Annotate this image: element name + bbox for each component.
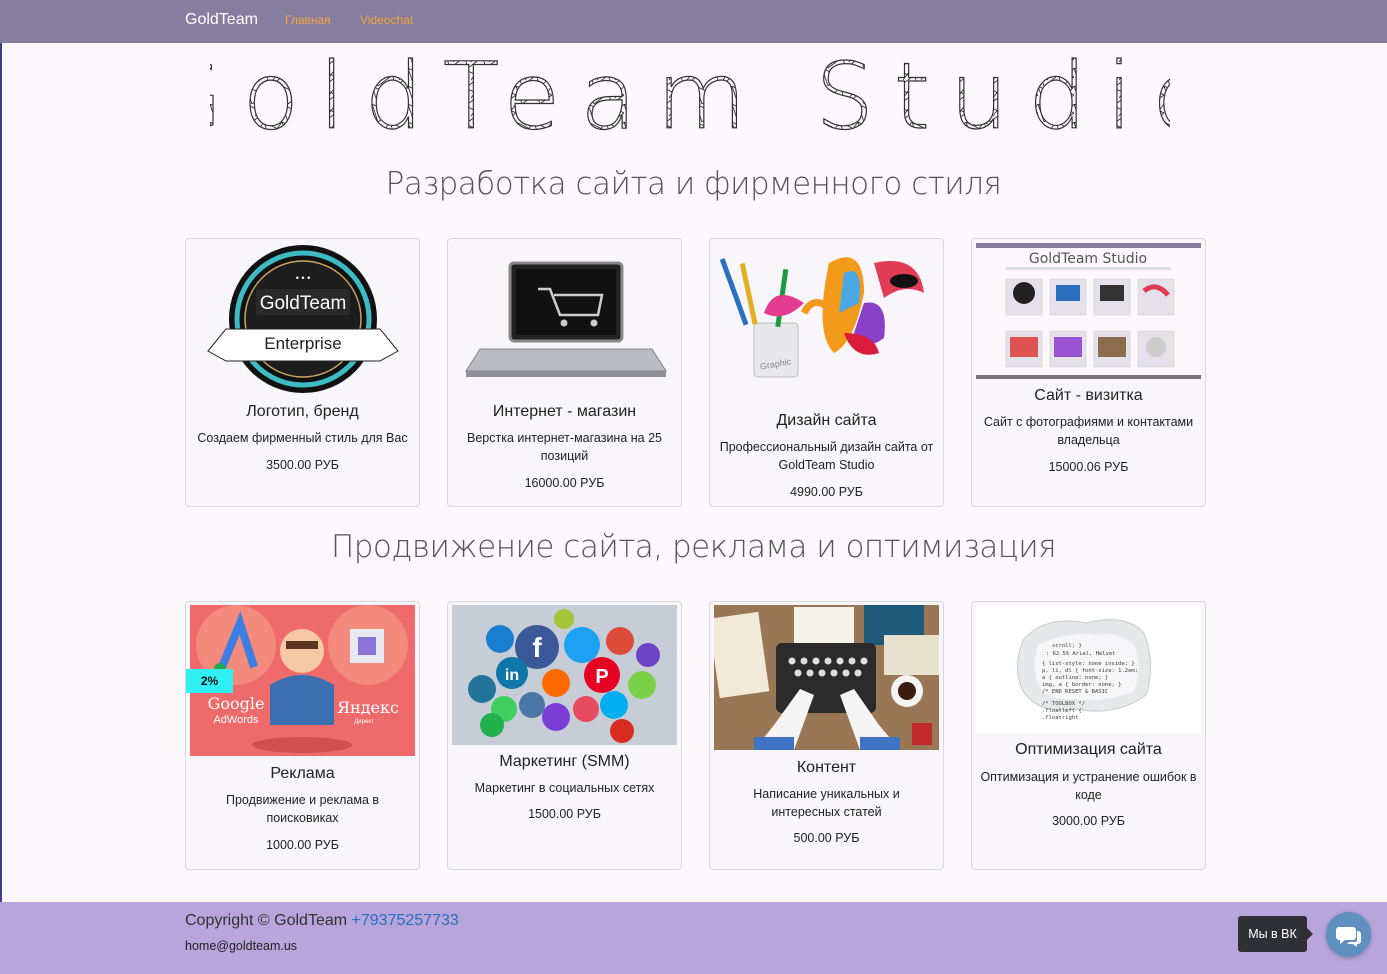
card-price: 500.00 РУБ — [793, 831, 860, 845]
phone-link[interactable]: +79375257733 — [352, 912, 459, 929]
svg-text:• • •: • • • — [296, 273, 310, 283]
card-title: Контент — [796, 759, 857, 776]
svg-text:GoldTeam Studio: GoldTeam Studio — [1029, 251, 1147, 267]
svg-text:/* TOOLBOX */: /* TOOLBOX */ — [1042, 701, 1085, 707]
navbar: GoldTeam Главная Videochat — [0, 0, 1387, 43]
svg-text:in: in — [505, 667, 519, 684]
svg-text:.floatleft {: .floatleft { — [1042, 708, 1082, 714]
card-price: 3500.00 РУБ — [266, 458, 339, 472]
code-torn-paper-image: scroll; } : 62.5% Arial, Helvet { list-s… — [976, 605, 1201, 733]
card-title: Сайт - визитка — [1034, 387, 1143, 404]
card-description: Продвижение и реклама в поисковиках — [225, 793, 380, 825]
card-price: 1500.00 РУБ — [528, 807, 601, 821]
nav-link-videochat[interactable]: Videochat — [360, 13, 413, 27]
laptop-cart-image — [465, 261, 667, 377]
service-card-smm[interactable]: f in P Маркетинг (SMM) Маркетинг в социа… — [447, 601, 682, 870]
service-card-design[interactable]: Graphic Дизайн сайта Профессиональный ди… — [709, 238, 944, 507]
card-title: Оптимизация сайта — [1015, 741, 1162, 758]
svg-text:f: f — [532, 632, 542, 663]
social-icons-image: f in P — [452, 605, 677, 745]
svg-text:/* END RESET & BASIC: /* END RESET & BASIC — [1042, 689, 1108, 695]
site-screenshot-image: GoldTeam Studio — [976, 243, 1201, 379]
card-price: 4990.00 РУБ — [790, 485, 863, 499]
svg-text:Директ: Директ — [354, 719, 374, 725]
card-title: Интернет - магазин — [492, 403, 637, 420]
svg-text:Яндекс: Яндекс — [337, 698, 399, 717]
copyright-label: Copyright © GoldTeam — [185, 912, 348, 929]
nav-link-home[interactable]: Главная — [285, 13, 331, 27]
card-description: Верстка интернет-магазина на 25 позиций — [466, 431, 662, 463]
svg-text:Google: Google — [208, 694, 265, 713]
design-art-image: Graphic — [719, 257, 924, 378]
chat-button[interactable] — [1326, 912, 1371, 957]
footer-email[interactable]: home@goldteam.us — [185, 939, 297, 953]
service-card-ads[interactable]: Google AdWords Яндекс Директ 2% Реклама … — [185, 601, 420, 870]
card-price: 16000.00 РУБ — [524, 476, 605, 490]
card-title: Реклама — [270, 765, 335, 782]
svg-text:P: P — [595, 666, 608, 688]
card-description: Сайт с фотографиями и контактами владель… — [983, 415, 1194, 447]
card-title: Дизайн сайта — [776, 412, 877, 429]
brand-link[interactable]: GoldTeam — [185, 11, 258, 29]
card-title: Логотип, бренд — [246, 403, 359, 420]
card-price: 1000.00 РУБ — [266, 838, 339, 852]
card-description: Написание уникальных и интересных статей — [753, 787, 900, 819]
svg-text:: 62.5% Arial, Helvet: : 62.5% Arial, Helvet — [1046, 651, 1116, 657]
svg-text:img, a { border: none; }: img, a { border: none; } — [1042, 682, 1121, 688]
svg-text:scroll; }: scroll; } — [1052, 643, 1082, 649]
enterprise-badge-image: • • • GoldTeam Enterprise — [207, 245, 399, 393]
card-price: 3000.00 РУБ — [1052, 814, 1125, 828]
svg-text:GoldTeam Studio: GoldTeam Studio — [210, 50, 1170, 145]
card-description: Маркетинг в социальных сетях — [474, 781, 655, 795]
section-title-development: Разработка сайта и фирменного стиля — [385, 166, 1002, 202]
card-title: Маркетинг (SMM) — [499, 753, 630, 770]
service-card-business-site[interactable]: GoldTeam Studio Сайт - визитка Сайт с фо… — [971, 238, 1206, 507]
service-card-shop[interactable]: Интернет - магазин Верстка интернет-мага… — [447, 238, 682, 507]
footer: Copyright © GoldTeam +79375257733 home@g… — [0, 902, 1387, 974]
vk-tooltip: Мы в ВК — [1238, 916, 1313, 952]
card-description: Оптимизация и устранение ошибок в коде — [980, 770, 1197, 802]
service-card-content[interactable]: Контент Написание уникальных и интересны… — [709, 601, 944, 870]
copyright-text: Copyright © GoldTeam +79375257733 — [185, 912, 459, 930]
svg-text:Enterprise: Enterprise — [264, 334, 341, 353]
svg-text:.floatright: .floatright — [1042, 715, 1078, 721]
svg-text:{ list-style: none inside; }: { list-style: none inside; } — [1042, 661, 1135, 667]
card-price: 15000.06 РУБ — [1048, 460, 1129, 474]
typewriter-image — [714, 605, 939, 750]
svg-text:a { outline: none; }: a { outline: none; } — [1042, 675, 1108, 681]
svg-text:p, li, dl { font-size: 1.2em;: p, li, dl { font-size: 1.2em; — [1042, 668, 1138, 674]
svg-text:GoldTeam: GoldTeam — [260, 293, 347, 314]
card-description: Создаем фирменный стиль для Вас — [197, 431, 408, 445]
service-card-logo[interactable]: • • • GoldTeam Enterprise Логотип, бренд… — [185, 238, 420, 507]
hero-logo-image: GoldTeam Studio — [210, 50, 1170, 145]
chat-icon — [1336, 927, 1361, 947]
svg-text:AdWords: AdWords — [213, 714, 259, 726]
card-description: Профессиональный дизайн сайта от GoldTea… — [719, 440, 934, 472]
discount-badge: 2% — [186, 669, 233, 693]
service-card-optimization[interactable]: scroll; } : 62.5% Arial, Helvet { list-s… — [971, 601, 1206, 870]
window-edge — [0, 0, 2, 974]
section-title-promotion: Продвижение сайта, реклама и оптимизация — [330, 529, 1057, 565]
